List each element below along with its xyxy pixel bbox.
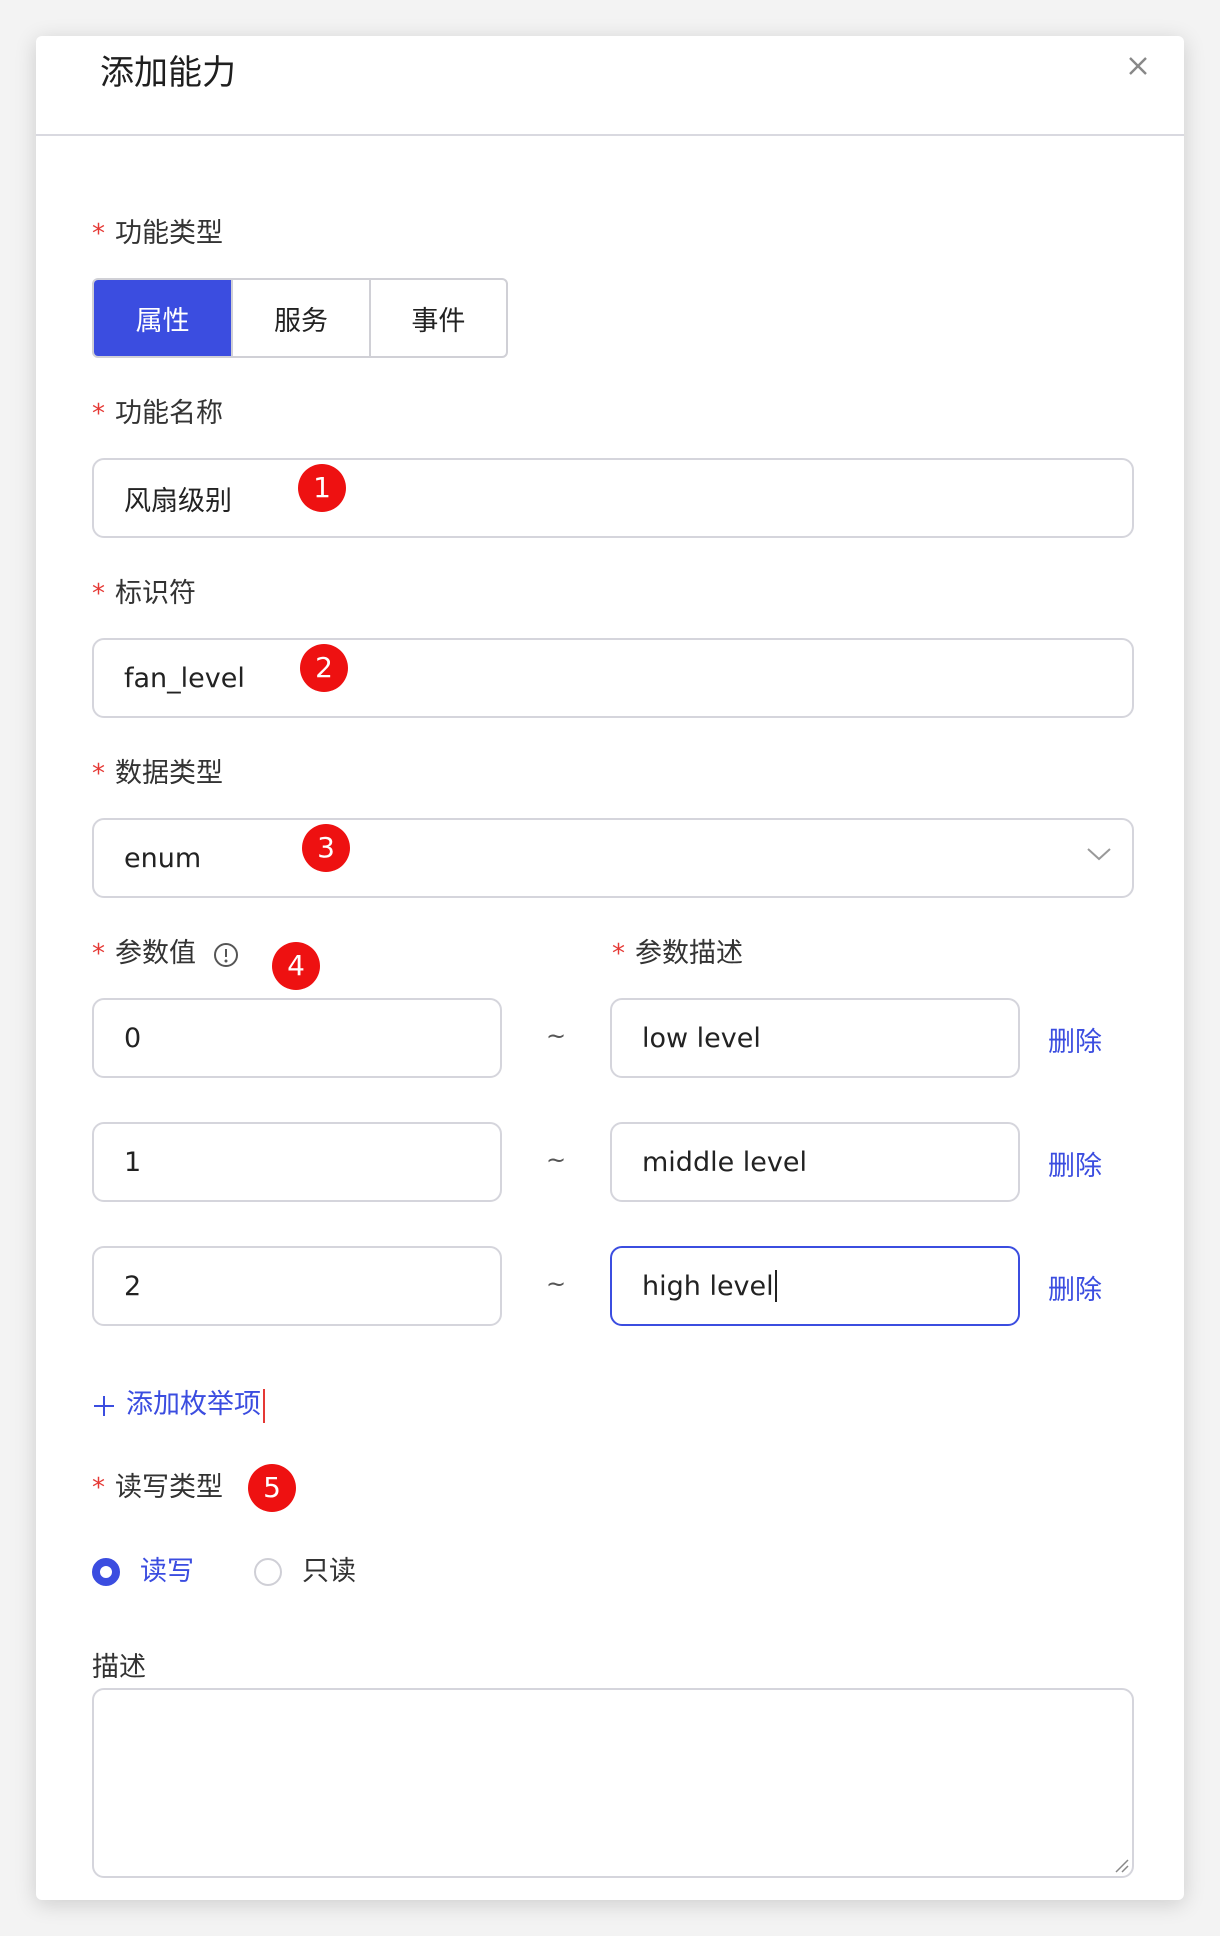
close-button[interactable] <box>1118 46 1158 86</box>
enum-value-text: 0 <box>124 1022 142 1054</box>
required-mark: * <box>92 939 105 969</box>
annotation-badge-3: 3 <box>302 824 350 872</box>
add-enum-item-link[interactable]: 添加枚举项 <box>92 1382 265 1423</box>
delete-enum-link[interactable]: 删除 <box>1048 1144 1102 1183</box>
annotation-badge-5: 5 <box>248 1464 296 1512</box>
radio-read-only-label[interactable]: 只读 <box>302 1554 356 1590</box>
enum-desc-input-focused[interactable]: high level <box>610 1246 1020 1326</box>
function-name-label: * 功能名称 <box>92 396 223 432</box>
resize-handle-icon[interactable] <box>1112 1856 1130 1874</box>
description-textarea[interactable] <box>92 1688 1134 1878</box>
range-separator: ~ <box>545 1022 567 1050</box>
annotation-badge-4: 4 <box>272 942 320 990</box>
segment-event[interactable]: 事件 <box>371 280 506 356</box>
enum-desc-text: high level <box>642 1270 774 1302</box>
dialog-title: 添加能力 <box>100 53 236 93</box>
delete-enum-link[interactable]: 删除 <box>1048 1020 1102 1059</box>
rw-type-label: * 读写类型 <box>92 1470 223 1506</box>
enum-desc-input[interactable]: middle level <box>610 1122 1020 1202</box>
data-type-value: enum <box>124 842 202 874</box>
segment-property[interactable]: 属性 <box>94 280 234 356</box>
identifier-input[interactable]: fan_level <box>92 638 1134 718</box>
enum-desc-text: middle level <box>642 1146 807 1178</box>
data-type-select[interactable]: enum <box>92 818 1134 898</box>
enum-desc-label-text: 参数描述 <box>635 938 743 969</box>
enum-desc-label: * 参数描述 <box>612 936 743 972</box>
enum-value-text: 2 <box>124 1270 142 1302</box>
add-enum-item-label: 添加枚举项 <box>126 1389 261 1420</box>
data-type-label-text: 数据类型 <box>115 758 223 789</box>
plus-icon <box>94 1395 114 1416</box>
required-mark: * <box>612 939 625 969</box>
enum-desc-text: low level <box>642 1022 761 1054</box>
text-caret <box>263 1388 265 1423</box>
segment-service[interactable]: 服务 <box>233 280 371 356</box>
chevron-down-icon <box>1087 848 1111 861</box>
enum-value-input[interactable]: 2 <box>92 1246 502 1326</box>
enum-value-input[interactable]: 0 <box>92 998 502 1078</box>
identifier-label-text: 标识符 <box>115 578 196 609</box>
required-mark: * <box>92 219 105 249</box>
enum-value-label: * 参数值 <box>92 936 239 972</box>
rw-type-label-text: 读写类型 <box>115 1472 223 1503</box>
function-type-segmented: 属性 服务 事件 <box>92 278 508 358</box>
add-capability-dialog: 添加能力 * 功能类型 属性 服务 事件 * 功能名称 风扇级别 1 * 标识符 fa… <box>36 36 1184 1900</box>
required-mark: * <box>92 759 105 789</box>
info-icon[interactable] <box>213 942 239 968</box>
function-type-label-text: 功能类型 <box>115 218 223 249</box>
function-name-input[interactable]: 风扇级别 <box>92 458 1134 538</box>
function-name-label-text: 功能名称 <box>115 398 223 429</box>
radio-read-only[interactable] <box>254 1558 282 1586</box>
dialog-header: 添加能力 <box>36 36 1184 136</box>
annotation-badge-2: 2 <box>300 644 348 692</box>
text-caret <box>774 1270 777 1302</box>
description-label: 描述 <box>92 1652 146 1683</box>
identifier-label: * 标识符 <box>92 576 196 612</box>
required-mark: * <box>92 1473 105 1503</box>
range-separator: ~ <box>545 1270 567 1298</box>
required-mark: * <box>92 579 105 609</box>
range-separator: ~ <box>545 1146 567 1174</box>
function-name-value: 风扇级别 <box>124 485 232 517</box>
enum-desc-input[interactable]: low level <box>610 998 1020 1078</box>
delete-enum-link[interactable]: 删除 <box>1048 1268 1102 1307</box>
close-icon <box>1129 57 1147 75</box>
radio-read-write[interactable] <box>92 1558 120 1586</box>
required-mark: * <box>92 399 105 429</box>
enum-value-text: 1 <box>124 1146 142 1178</box>
annotation-badge-1: 1 <box>298 464 346 512</box>
identifier-value: fan_level <box>124 662 245 694</box>
enum-value-label-text: 参数值 <box>115 938 196 969</box>
function-type-label: * 功能类型 <box>92 216 223 252</box>
radio-read-write-label[interactable]: 读写 <box>140 1554 194 1590</box>
enum-value-input[interactable]: 1 <box>92 1122 502 1202</box>
data-type-label: * 数据类型 <box>92 756 223 792</box>
